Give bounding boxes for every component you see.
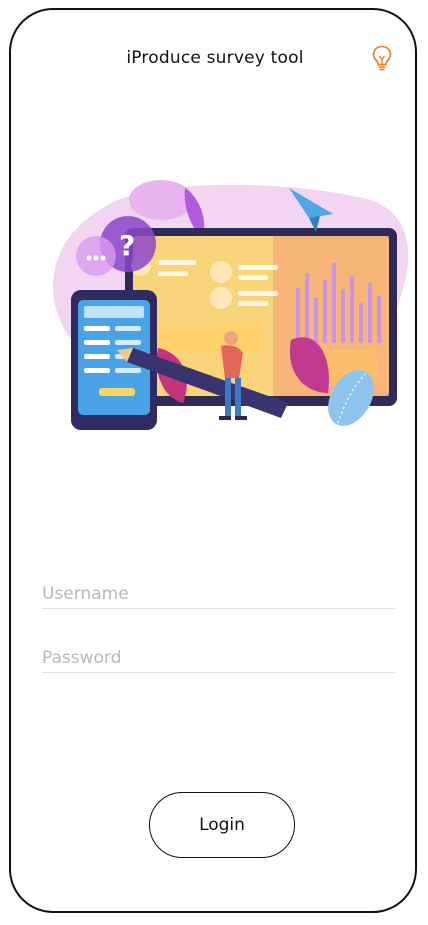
- svg-text:?: ?: [119, 229, 135, 262]
- survey-illustration: ?: [53, 180, 409, 430]
- app-title: iProduce survey tool: [126, 48, 304, 68]
- lightbulb-icon[interactable]: [371, 44, 393, 74]
- person-leg: [225, 378, 231, 416]
- screen-line: [238, 301, 268, 306]
- screen-line: [238, 265, 278, 270]
- password-field[interactable]: [42, 632, 395, 673]
- phone-frame: iProduce survey tool ? Username Login: [9, 8, 417, 913]
- username-input[interactable]: [42, 584, 395, 604]
- screen-line: [238, 291, 278, 296]
- person-leg: [235, 378, 241, 416]
- screen-line: [158, 260, 196, 265]
- password-input[interactable]: [42, 648, 395, 668]
- tablet-header: [84, 306, 144, 318]
- username-field[interactable]: [42, 568, 395, 609]
- login-button[interactable]: Login: [149, 792, 295, 858]
- tablet-button: [99, 388, 135, 396]
- person-head: [224, 331, 238, 345]
- screen-dot: [210, 287, 232, 309]
- screen-line: [238, 275, 268, 280]
- screen-line: [158, 271, 188, 276]
- screen-card: [153, 323, 263, 351]
- screen-dot: [210, 261, 232, 283]
- background-blob: [129, 180, 193, 220]
